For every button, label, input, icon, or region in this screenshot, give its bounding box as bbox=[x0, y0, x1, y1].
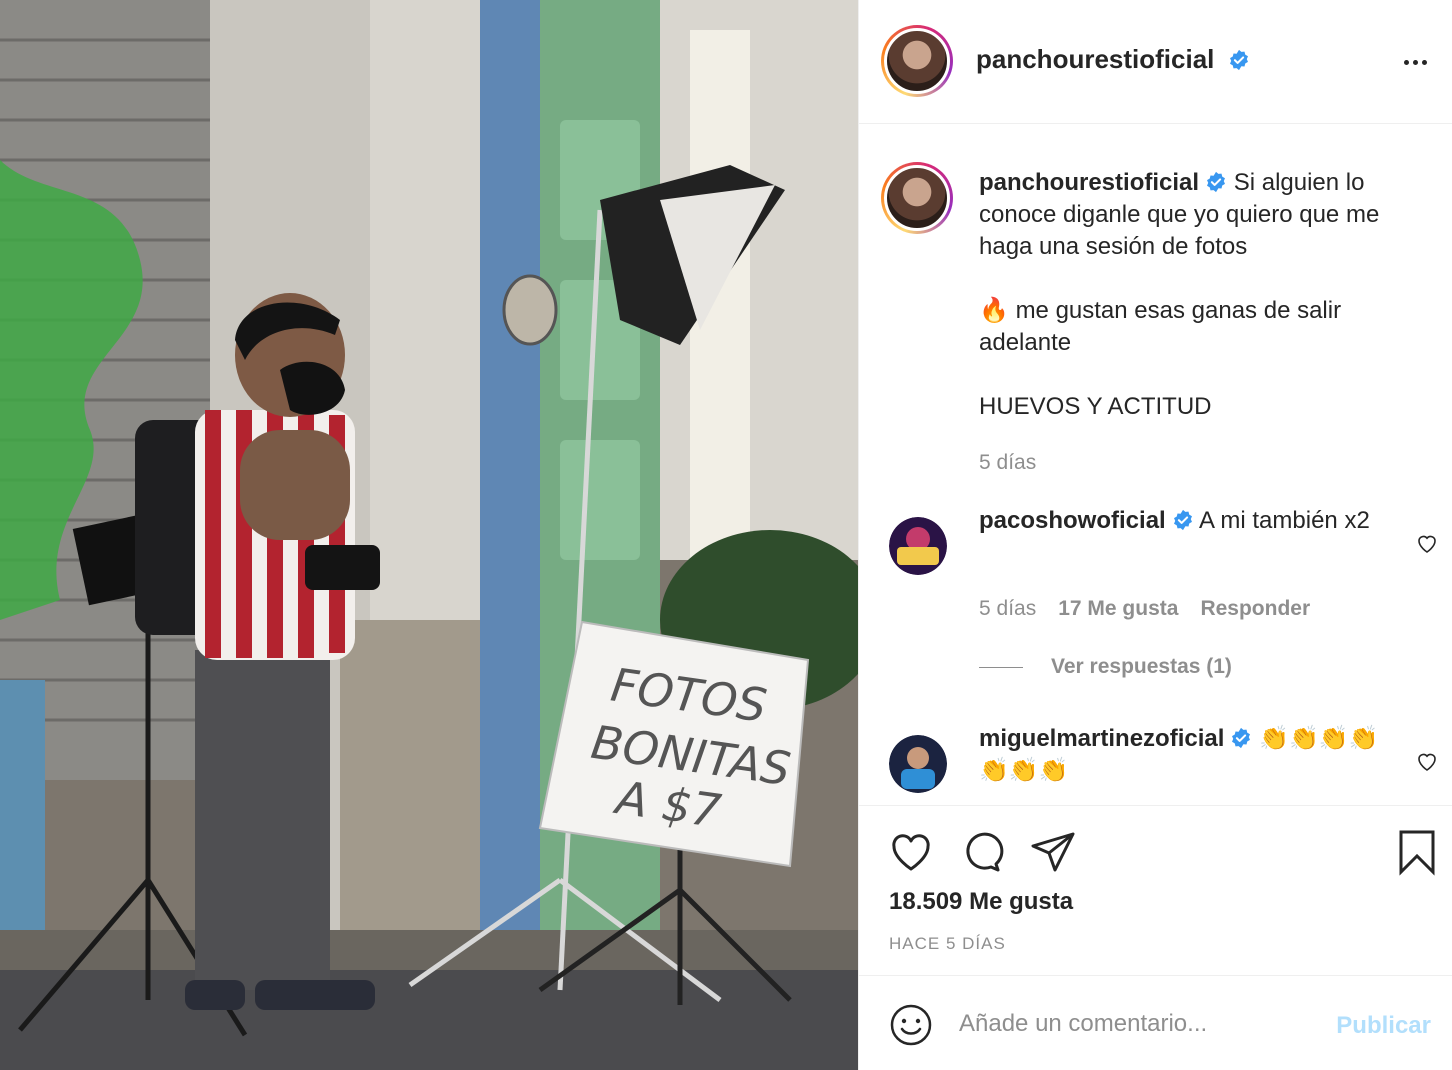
post-sidebar: panchourestioficial panchourestioficial … bbox=[858, 0, 1452, 1070]
verified-badge-icon bbox=[1207, 171, 1226, 193]
add-comment-bar: Publicar bbox=[859, 975, 1452, 1070]
author-username[interactable]: panchourestioficial bbox=[976, 44, 1214, 74]
comment-text-block: miguelmartinezoficial 👏👏👏👏👏👏👏 bbox=[979, 723, 1399, 787]
comment-timestamp[interactable]: 5 días bbox=[979, 597, 1036, 621]
verified-badge-icon bbox=[1232, 727, 1251, 749]
bookmark-icon[interactable] bbox=[1393, 828, 1441, 876]
comment-heart-icon[interactable] bbox=[1415, 531, 1439, 555]
heart-icon[interactable] bbox=[887, 828, 935, 876]
share-icon[interactable] bbox=[1029, 828, 1077, 876]
more-options-icon[interactable] bbox=[1397, 44, 1433, 80]
emoji-icon[interactable] bbox=[889, 1003, 933, 1047]
comment-username[interactable]: pacoshowoficial bbox=[979, 507, 1166, 534]
comment-text-block: pacoshowoficial A mi también x2 bbox=[979, 505, 1399, 537]
verified-badge-icon bbox=[1229, 49, 1248, 71]
street-photographer-photo: FOTOS BONITAS A $7 bbox=[0, 0, 858, 1070]
author-avatar[interactable] bbox=[881, 25, 953, 97]
author-username-row: panchourestioficial bbox=[976, 44, 1250, 75]
comment-meta: 5 días 17 Me gusta Responder bbox=[979, 597, 1310, 621]
view-replies-button[interactable]: Ver respuestas (1) bbox=[979, 655, 1232, 679]
comment-avatar[interactable] bbox=[889, 517, 947, 575]
caption-author-avatar[interactable] bbox=[881, 162, 953, 234]
post-timestamp[interactable]: HACE 5 DÍAS bbox=[889, 934, 1006, 954]
post-header: panchourestioficial bbox=[859, 0, 1452, 124]
comment-avatar[interactable] bbox=[889, 735, 947, 793]
comment-username[interactable]: miguelmartinezoficial bbox=[979, 725, 1224, 752]
verified-badge-icon bbox=[1173, 509, 1192, 531]
post-photo[interactable]: FOTOS BONITAS A $7 bbox=[0, 0, 858, 1070]
view-replies-label: Ver respuestas (1) bbox=[1051, 655, 1232, 678]
likes-count[interactable]: 18.509 Me gusta bbox=[889, 888, 1073, 916]
comments-list[interactable]: panchourestioficial Si alguien lo conoce… bbox=[859, 125, 1452, 805]
caption-text-2: me gustan esas ganas de salir adelante bbox=[979, 297, 1342, 356]
comment-icon[interactable] bbox=[957, 828, 1005, 876]
reply-button[interactable]: Responder bbox=[1200, 597, 1310, 621]
comment-text: A mi también x2 bbox=[1199, 507, 1370, 534]
caption-text-3: HUEVOS Y ACTITUD bbox=[979, 393, 1212, 420]
caption-timestamp[interactable]: 5 días bbox=[979, 451, 1036, 475]
fire-emoji: 🔥 bbox=[979, 297, 1009, 324]
comment-likes[interactable]: 17 Me gusta bbox=[1058, 597, 1178, 621]
publish-button[interactable]: Publicar bbox=[1336, 1012, 1431, 1040]
comment-heart-icon[interactable] bbox=[1415, 749, 1439, 773]
replies-divider bbox=[979, 666, 1023, 668]
post-caption: panchourestioficial Si alguien lo conoce… bbox=[979, 167, 1429, 423]
caption-username[interactable]: panchourestioficial bbox=[979, 169, 1199, 196]
post-actions: 18.509 Me gusta HACE 5 DÍAS bbox=[859, 805, 1452, 975]
comment-input[interactable] bbox=[959, 1004, 1319, 1044]
